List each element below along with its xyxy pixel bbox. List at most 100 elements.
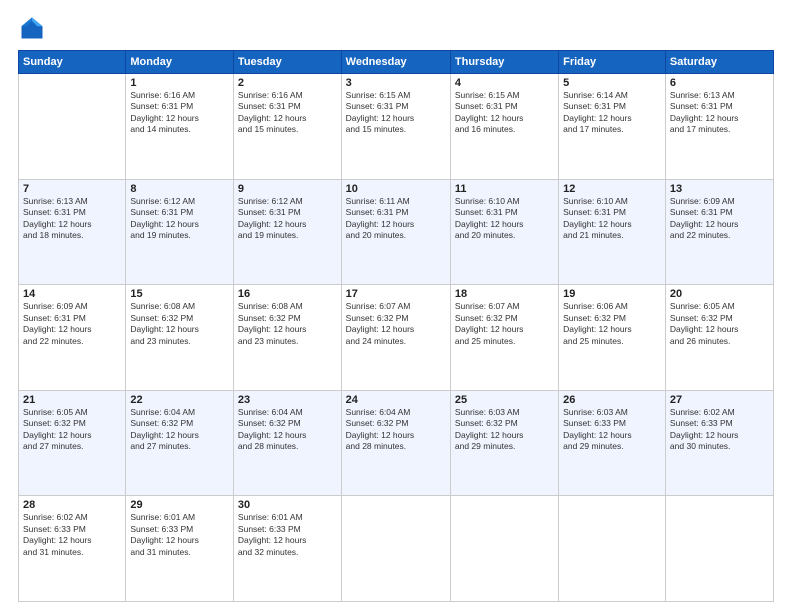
day-number: 3 (346, 77, 446, 89)
calendar-cell: 2Sunrise: 6:16 AM Sunset: 6:31 PM Daylig… (233, 74, 341, 180)
calendar-cell: 19Sunrise: 6:06 AM Sunset: 6:32 PM Dayli… (559, 285, 666, 391)
day-detail: Sunrise: 6:11 AM Sunset: 6:31 PM Dayligh… (346, 196, 446, 242)
header-day-monday: Monday (126, 51, 234, 74)
day-number: 13 (670, 183, 769, 195)
calendar-cell: 15Sunrise: 6:08 AM Sunset: 6:32 PM Dayli… (126, 285, 234, 391)
calendar-cell: 16Sunrise: 6:08 AM Sunset: 6:32 PM Dayli… (233, 285, 341, 391)
calendar-cell (341, 496, 450, 602)
day-number: 2 (238, 77, 337, 89)
header-day-saturday: Saturday (665, 51, 773, 74)
day-detail: Sunrise: 6:09 AM Sunset: 6:31 PM Dayligh… (670, 196, 769, 242)
header-day-friday: Friday (559, 51, 666, 74)
calendar-cell: 20Sunrise: 6:05 AM Sunset: 6:32 PM Dayli… (665, 285, 773, 391)
day-number: 23 (238, 394, 337, 406)
day-number: 24 (346, 394, 446, 406)
header-day-wednesday: Wednesday (341, 51, 450, 74)
day-detail: Sunrise: 6:01 AM Sunset: 6:33 PM Dayligh… (130, 512, 229, 558)
calendar-cell: 30Sunrise: 6:01 AM Sunset: 6:33 PM Dayli… (233, 496, 341, 602)
calendar-cell: 5Sunrise: 6:14 AM Sunset: 6:31 PM Daylig… (559, 74, 666, 180)
header-day-sunday: Sunday (19, 51, 126, 74)
header (18, 14, 774, 42)
page: SundayMondayTuesdayWednesdayThursdayFrid… (0, 0, 792, 612)
day-number: 14 (23, 288, 121, 300)
calendar-cell: 28Sunrise: 6:02 AM Sunset: 6:33 PM Dayli… (19, 496, 126, 602)
day-detail: Sunrise: 6:04 AM Sunset: 6:32 PM Dayligh… (346, 407, 446, 453)
calendar-cell: 7Sunrise: 6:13 AM Sunset: 6:31 PM Daylig… (19, 179, 126, 285)
calendar-cell: 4Sunrise: 6:15 AM Sunset: 6:31 PM Daylig… (450, 74, 558, 180)
day-number: 10 (346, 183, 446, 195)
day-detail: Sunrise: 6:05 AM Sunset: 6:32 PM Dayligh… (23, 407, 121, 453)
day-detail: Sunrise: 6:01 AM Sunset: 6:33 PM Dayligh… (238, 512, 337, 558)
calendar-cell: 12Sunrise: 6:10 AM Sunset: 6:31 PM Dayli… (559, 179, 666, 285)
calendar-cell: 13Sunrise: 6:09 AM Sunset: 6:31 PM Dayli… (665, 179, 773, 285)
week-row-4: 21Sunrise: 6:05 AM Sunset: 6:32 PM Dayli… (19, 390, 774, 496)
calendar-cell: 6Sunrise: 6:13 AM Sunset: 6:31 PM Daylig… (665, 74, 773, 180)
day-number: 7 (23, 183, 121, 195)
calendar-cell: 10Sunrise: 6:11 AM Sunset: 6:31 PM Dayli… (341, 179, 450, 285)
calendar-cell: 26Sunrise: 6:03 AM Sunset: 6:33 PM Dayli… (559, 390, 666, 496)
day-detail: Sunrise: 6:13 AM Sunset: 6:31 PM Dayligh… (23, 196, 121, 242)
calendar-cell (559, 496, 666, 602)
day-number: 21 (23, 394, 121, 406)
day-detail: Sunrise: 6:03 AM Sunset: 6:32 PM Dayligh… (455, 407, 554, 453)
day-number: 20 (670, 288, 769, 300)
header-row: SundayMondayTuesdayWednesdayThursdayFrid… (19, 51, 774, 74)
day-number: 26 (563, 394, 661, 406)
calendar-cell (19, 74, 126, 180)
day-detail: Sunrise: 6:04 AM Sunset: 6:32 PM Dayligh… (130, 407, 229, 453)
day-number: 16 (238, 288, 337, 300)
day-number: 12 (563, 183, 661, 195)
calendar-cell (450, 496, 558, 602)
day-detail: Sunrise: 6:16 AM Sunset: 6:31 PM Dayligh… (238, 90, 337, 136)
day-detail: Sunrise: 6:02 AM Sunset: 6:33 PM Dayligh… (23, 512, 121, 558)
header-day-thursday: Thursday (450, 51, 558, 74)
logo-icon (18, 14, 46, 42)
day-detail: Sunrise: 6:06 AM Sunset: 6:32 PM Dayligh… (563, 301, 661, 347)
calendar-cell: 14Sunrise: 6:09 AM Sunset: 6:31 PM Dayli… (19, 285, 126, 391)
day-detail: Sunrise: 6:12 AM Sunset: 6:31 PM Dayligh… (130, 196, 229, 242)
day-number: 25 (455, 394, 554, 406)
day-number: 6 (670, 77, 769, 89)
day-number: 8 (130, 183, 229, 195)
day-number: 5 (563, 77, 661, 89)
day-number: 18 (455, 288, 554, 300)
day-detail: Sunrise: 6:08 AM Sunset: 6:32 PM Dayligh… (130, 301, 229, 347)
day-number: 1 (130, 77, 229, 89)
day-number: 11 (455, 183, 554, 195)
calendar-cell: 23Sunrise: 6:04 AM Sunset: 6:32 PM Dayli… (233, 390, 341, 496)
day-number: 9 (238, 183, 337, 195)
calendar-cell: 1Sunrise: 6:16 AM Sunset: 6:31 PM Daylig… (126, 74, 234, 180)
day-detail: Sunrise: 6:07 AM Sunset: 6:32 PM Dayligh… (346, 301, 446, 347)
week-row-1: 1Sunrise: 6:16 AM Sunset: 6:31 PM Daylig… (19, 74, 774, 180)
day-detail: Sunrise: 6:14 AM Sunset: 6:31 PM Dayligh… (563, 90, 661, 136)
day-detail: Sunrise: 6:08 AM Sunset: 6:32 PM Dayligh… (238, 301, 337, 347)
calendar-cell: 11Sunrise: 6:10 AM Sunset: 6:31 PM Dayli… (450, 179, 558, 285)
day-detail: Sunrise: 6:15 AM Sunset: 6:31 PM Dayligh… (346, 90, 446, 136)
day-detail: Sunrise: 6:15 AM Sunset: 6:31 PM Dayligh… (455, 90, 554, 136)
day-number: 28 (23, 499, 121, 511)
day-detail: Sunrise: 6:10 AM Sunset: 6:31 PM Dayligh… (455, 196, 554, 242)
calendar-cell: 21Sunrise: 6:05 AM Sunset: 6:32 PM Dayli… (19, 390, 126, 496)
day-detail: Sunrise: 6:02 AM Sunset: 6:33 PM Dayligh… (670, 407, 769, 453)
day-number: 19 (563, 288, 661, 300)
day-number: 22 (130, 394, 229, 406)
day-detail: Sunrise: 6:07 AM Sunset: 6:32 PM Dayligh… (455, 301, 554, 347)
calendar-cell: 22Sunrise: 6:04 AM Sunset: 6:32 PM Dayli… (126, 390, 234, 496)
calendar-cell: 27Sunrise: 6:02 AM Sunset: 6:33 PM Dayli… (665, 390, 773, 496)
calendar-cell: 9Sunrise: 6:12 AM Sunset: 6:31 PM Daylig… (233, 179, 341, 285)
calendar-cell: 8Sunrise: 6:12 AM Sunset: 6:31 PM Daylig… (126, 179, 234, 285)
day-detail: Sunrise: 6:13 AM Sunset: 6:31 PM Dayligh… (670, 90, 769, 136)
calendar-cell: 29Sunrise: 6:01 AM Sunset: 6:33 PM Dayli… (126, 496, 234, 602)
logo (18, 14, 50, 42)
day-detail: Sunrise: 6:10 AM Sunset: 6:31 PM Dayligh… (563, 196, 661, 242)
day-detail: Sunrise: 6:09 AM Sunset: 6:31 PM Dayligh… (23, 301, 121, 347)
day-number: 15 (130, 288, 229, 300)
header-day-tuesday: Tuesday (233, 51, 341, 74)
week-row-3: 14Sunrise: 6:09 AM Sunset: 6:31 PM Dayli… (19, 285, 774, 391)
day-detail: Sunrise: 6:16 AM Sunset: 6:31 PM Dayligh… (130, 90, 229, 136)
day-number: 29 (130, 499, 229, 511)
day-number: 30 (238, 499, 337, 511)
day-number: 27 (670, 394, 769, 406)
calendar-cell: 3Sunrise: 6:15 AM Sunset: 6:31 PM Daylig… (341, 74, 450, 180)
calendar-cell: 25Sunrise: 6:03 AM Sunset: 6:32 PM Dayli… (450, 390, 558, 496)
